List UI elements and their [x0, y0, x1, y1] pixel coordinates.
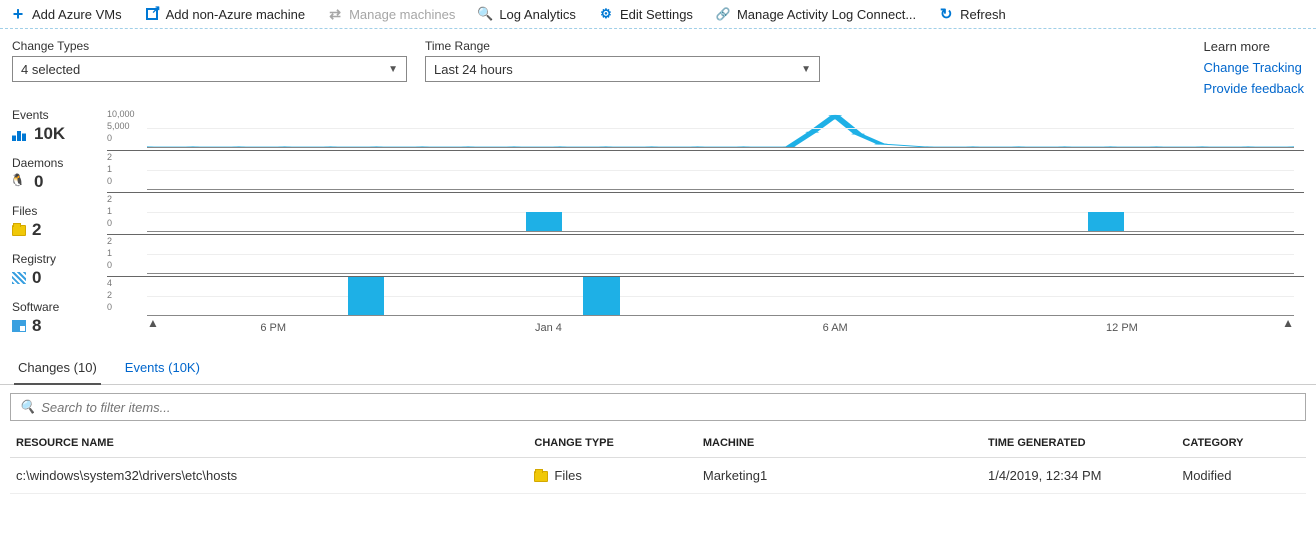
refresh-button[interactable]: ↻ Refresh [938, 6, 1006, 22]
chart-strip-daemons: 210 [107, 150, 1304, 192]
time-range-label: Time Range [425, 39, 820, 53]
charts-column: 10,0005,0000210210210420▲▲6 PMJan 46 AM1… [107, 108, 1304, 348]
metric-files: Files 2 [12, 204, 107, 240]
chart-x-axis: ▲▲6 PMJan 46 AM12 PM [147, 318, 1294, 342]
toolbar-label: Manage machines [349, 7, 455, 22]
chart-area: Events 10K Daemons 0 Files 2 Registry 0 … [0, 100, 1316, 348]
registry-icon [12, 272, 26, 284]
search-bar[interactable]: 🔍 [10, 393, 1306, 421]
dropdown-value: Last 24 hours [434, 62, 513, 77]
link-icon: 🔗 [715, 6, 731, 22]
log-analytics-button[interactable]: 🔍 Log Analytics [477, 6, 576, 22]
add-non-azure-button[interactable]: Add non-Azure machine [144, 6, 305, 22]
toolbar: + Add Azure VMs Add non-Azure machine ⇄ … [0, 0, 1316, 29]
metric-registry: Registry 0 [12, 252, 107, 288]
toolbar-label: Edit Settings [620, 7, 693, 22]
chart-strip-software: 420 [107, 276, 1304, 318]
chart-strip-registry: 210 [107, 234, 1304, 276]
toolbar-label: Add non-Azure machine [166, 7, 305, 22]
col-change-type[interactable]: CHANGE TYPE [528, 429, 696, 458]
col-time[interactable]: TIME GENERATED [982, 429, 1176, 458]
files-icon [534, 471, 548, 482]
arrows-icon: ⇄ [327, 6, 343, 22]
learn-more-panel: Learn more Change Tracking Provide feedb… [1204, 39, 1304, 96]
results-table: RESOURCE NAME CHANGE TYPE MACHINE TIME G… [10, 429, 1306, 494]
refresh-icon: ↻ [938, 6, 954, 22]
search-icon: 🔍 [19, 399, 35, 415]
filter-row: Change Types 4 selected ▼ Time Range Las… [0, 29, 1316, 100]
edit-settings-button[interactable]: ⚙ Edit Settings [598, 6, 693, 22]
toolbar-label: Refresh [960, 7, 1006, 22]
chart-strip-events: 10,0005,0000 [107, 108, 1304, 150]
change-types-label: Change Types [12, 39, 407, 53]
table-row[interactable]: c:\windows\system32\drivers\etc\hostsFil… [10, 458, 1306, 494]
search-input[interactable] [41, 400, 1297, 415]
daemon-icon [12, 175, 28, 189]
provide-feedback-link[interactable]: Provide feedback [1204, 81, 1304, 96]
chevron-down-icon: ▼ [801, 64, 811, 75]
external-icon [144, 6, 160, 22]
metric-software: Software 8 [12, 300, 107, 336]
add-azure-vms-button[interactable]: + Add Azure VMs [10, 6, 122, 22]
toolbar-label: Log Analytics [499, 7, 576, 22]
col-machine[interactable]: MACHINE [697, 429, 982, 458]
toolbar-label: Manage Activity Log Connect... [737, 7, 916, 22]
change-types-dropdown[interactable]: 4 selected ▼ [12, 56, 407, 82]
events-icon [12, 127, 28, 141]
toolbar-label: Add Azure VMs [32, 7, 122, 22]
manage-machines-button: ⇄ Manage machines [327, 6, 455, 22]
manage-activity-button[interactable]: 🔗 Manage Activity Log Connect... [715, 6, 916, 22]
dropdown-value: 4 selected [21, 62, 80, 77]
search-icon: 🔍 [477, 6, 493, 22]
metrics-column: Events 10K Daemons 0 Files 2 Registry 0 … [12, 108, 107, 348]
learn-more-title: Learn more [1204, 39, 1304, 54]
software-icon [12, 320, 26, 332]
metric-events: Events 10K [12, 108, 107, 144]
time-range-dropdown[interactable]: Last 24 hours ▼ [425, 56, 820, 82]
chart-strip-files: 210 [107, 192, 1304, 234]
change-tracking-link[interactable]: Change Tracking [1204, 60, 1304, 75]
tab-events[interactable]: Events (10K) [121, 354, 204, 384]
plus-icon: + [10, 6, 26, 22]
chevron-down-icon: ▼ [388, 64, 398, 75]
files-icon [12, 225, 26, 236]
col-category[interactable]: CATEGORY [1176, 429, 1306, 458]
col-resource-name[interactable]: RESOURCE NAME [10, 429, 528, 458]
tab-changes[interactable]: Changes (10) [14, 354, 101, 385]
gear-icon: ⚙ [598, 6, 614, 22]
metric-daemons: Daemons 0 [12, 156, 107, 192]
tabs: Changes (10) Events (10K) [0, 348, 1316, 385]
